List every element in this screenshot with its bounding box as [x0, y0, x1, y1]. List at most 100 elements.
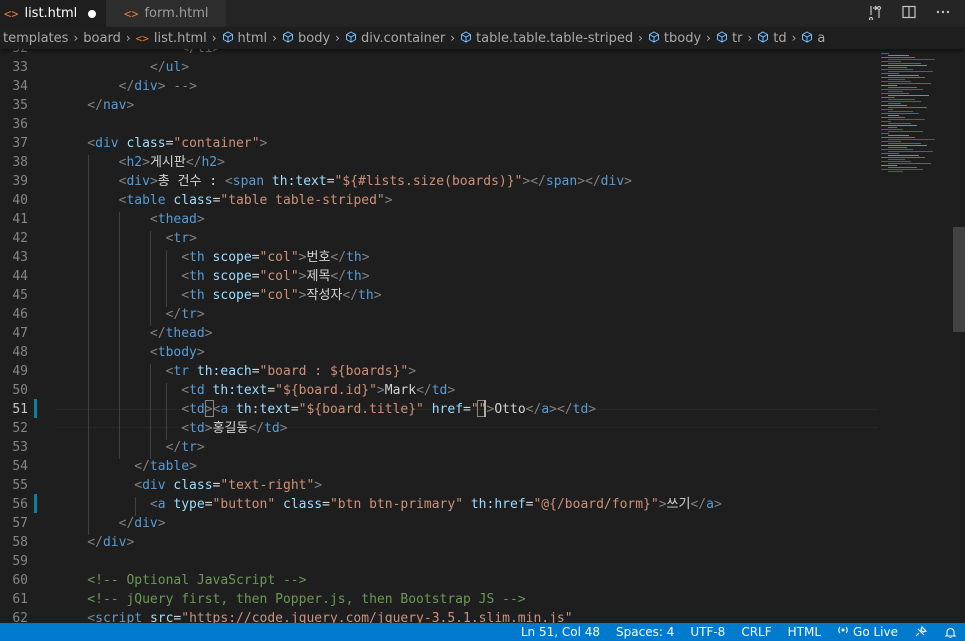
code-line[interactable]: <div class="container"> — [56, 134, 876, 153]
split-editor-icon[interactable] — [901, 4, 917, 24]
code-line[interactable]: <th scope="col">작성자</th> — [56, 286, 876, 305]
code-line[interactable]: <td><a th:text="${board.title}" href="">… — [56, 400, 876, 419]
eol-setting[interactable]: CRLF — [733, 623, 779, 641]
code-line[interactable]: <tr> — [56, 229, 876, 248]
code-token: tr — [181, 307, 197, 322]
code-line[interactable]: <thead> — [56, 210, 876, 229]
line-number: 52 — [12, 421, 28, 436]
code-line[interactable]: <div class="text-right"> — [56, 476, 876, 495]
code-token: table — [149, 459, 190, 474]
code-line[interactable]: </tr> — [56, 438, 876, 457]
indentation-setting[interactable]: Spaces: 4 — [608, 623, 682, 641]
language-mode[interactable]: HTML — [780, 623, 829, 641]
breadcrumb-item[interactable]: a — [801, 31, 825, 46]
minimap-line — [881, 77, 925, 78]
go-live-button[interactable]: Go Live — [829, 623, 906, 641]
code-line[interactable]: </tr> — [56, 305, 876, 324]
code-line[interactable]: <div>총 건수 : <span th:text="${#lists.size… — [56, 172, 876, 191]
minimap-line — [881, 125, 917, 126]
notifications-bell-icon[interactable] — [936, 623, 965, 641]
minimap-line — [888, 171, 903, 172]
symbol-element-icon — [757, 30, 769, 46]
code-line[interactable]: </ul> — [56, 58, 876, 77]
breadcrumb-item[interactable]: div.container — [345, 31, 445, 46]
chevron-right-icon: › — [125, 31, 131, 45]
breadcrumb-item[interactable]: board — [83, 31, 121, 46]
code-token: href — [431, 402, 464, 417]
breadcrumb-item[interactable]: tbody — [648, 31, 701, 46]
code-line[interactable]: <script src="https://code.jquery.com/jqu… — [56, 609, 876, 623]
code-token: = — [463, 402, 471, 417]
code-token: 게시판 — [149, 155, 186, 170]
code-token: ></ — [522, 174, 546, 189]
tab-list-html[interactable]: <> list.html — [0, 0, 106, 27]
code-line[interactable]: <!-- Optional JavaScript --> — [56, 571, 876, 590]
code-token: > — [447, 383, 456, 398]
breadcrumb-item[interactable]: tr — [716, 31, 742, 46]
vertical-scrollbar[interactable] — [953, 49, 965, 623]
more-actions-icon[interactable] — [935, 4, 951, 24]
breadcrumb-item[interactable]: table.table.table-striped — [460, 31, 633, 46]
code-line[interactable]: <td>홍길동</td> — [56, 419, 876, 438]
code-token: = — [322, 497, 330, 512]
code-line[interactable]: <tbody> — [56, 343, 876, 362]
feedback-icon[interactable] — [906, 623, 936, 641]
code-line[interactable]: </table> — [56, 457, 876, 476]
code-token: h2 — [126, 155, 143, 170]
code-line[interactable]: <th scope="col">번호</th> — [56, 248, 876, 267]
compare-changes-icon[interactable] — [867, 4, 883, 24]
tab-form-html[interactable]: <> form.html — [106, 0, 226, 27]
code-token: tr — [173, 364, 190, 379]
code-token: < — [56, 383, 190, 398]
breadcrumb-label: td — [773, 30, 787, 46]
code-line[interactable] — [56, 115, 876, 134]
code-line[interactable]: </div> — [56, 533, 876, 552]
minimap[interactable] — [878, 49, 953, 623]
code-token: scope — [212, 269, 252, 284]
code-token: "btn btn-primary" — [329, 497, 464, 512]
code-line[interactable]: </div> — [56, 514, 876, 533]
code-line[interactable]: <h2>게시판</h2> — [56, 153, 876, 172]
cursor-position[interactable]: Ln 51, Col 48 — [513, 623, 608, 641]
breadcrumb-label: html — [237, 30, 268, 46]
code-editor[interactable]: 32 33 34 35 36 37 38 39 40 41 42 43 44 45 46 47 48 49 50 51… — [0, 49, 965, 623]
code-token: > — [126, 98, 135, 113]
code-line[interactable]: </nav> — [56, 96, 876, 115]
code-line[interactable] — [56, 552, 876, 571]
code-token: < — [56, 212, 158, 227]
code-token: th:each — [196, 364, 252, 379]
code-line[interactable]: </div> --> — [56, 77, 876, 96]
encoding-setting[interactable]: UTF-8 — [682, 623, 733, 641]
code-line[interactable]: <th scope="col">제목</th> — [56, 267, 876, 286]
breadcrumb-item[interactable]: td — [757, 30, 787, 46]
code-line[interactable]: <td th:text="${board.id}">Mark</td> — [56, 381, 876, 400]
minimap-line — [888, 159, 905, 160]
unsaved-dot-icon[interactable] — [88, 9, 96, 18]
breadcrumb-label: a — [817, 30, 826, 46]
breadcrumb-item[interactable]: html — [222, 30, 268, 46]
code-token: "@{/board/form}" — [533, 497, 659, 512]
code-token: th:href — [470, 497, 526, 512]
code-token: </ — [690, 497, 707, 512]
breadcrumb-item[interactable]: templates — [3, 31, 68, 46]
minimap-line — [888, 155, 919, 156]
code-token: "button" — [212, 497, 276, 512]
code-token: </ — [56, 516, 135, 531]
breadcrumb-item[interactable]: body — [282, 31, 330, 46]
line-number: 51 — [12, 402, 28, 417]
code-token: > -- — [157, 79, 190, 94]
breadcrumb-item[interactable]: <> list.html — [136, 31, 207, 46]
code-line[interactable]: </thead> — [56, 324, 876, 343]
code-line[interactable]: <!-- jQuery first, then Popper.js, then … — [56, 590, 876, 609]
scrollbar-thumb[interactable] — [953, 227, 965, 332]
code-line[interactable]: <table class="table table-striped"> — [56, 191, 876, 210]
code-token: "col" — [259, 250, 299, 265]
code-token: > — [189, 231, 197, 246]
code-line[interactable]: </li> — [56, 49, 876, 58]
code-line[interactable]: <a type="button" class="btn btn-primary"… — [56, 495, 876, 514]
symbol-element-icon — [345, 30, 357, 46]
code-line[interactable]: <tr th:each="board : ${boards}"> — [56, 362, 876, 381]
